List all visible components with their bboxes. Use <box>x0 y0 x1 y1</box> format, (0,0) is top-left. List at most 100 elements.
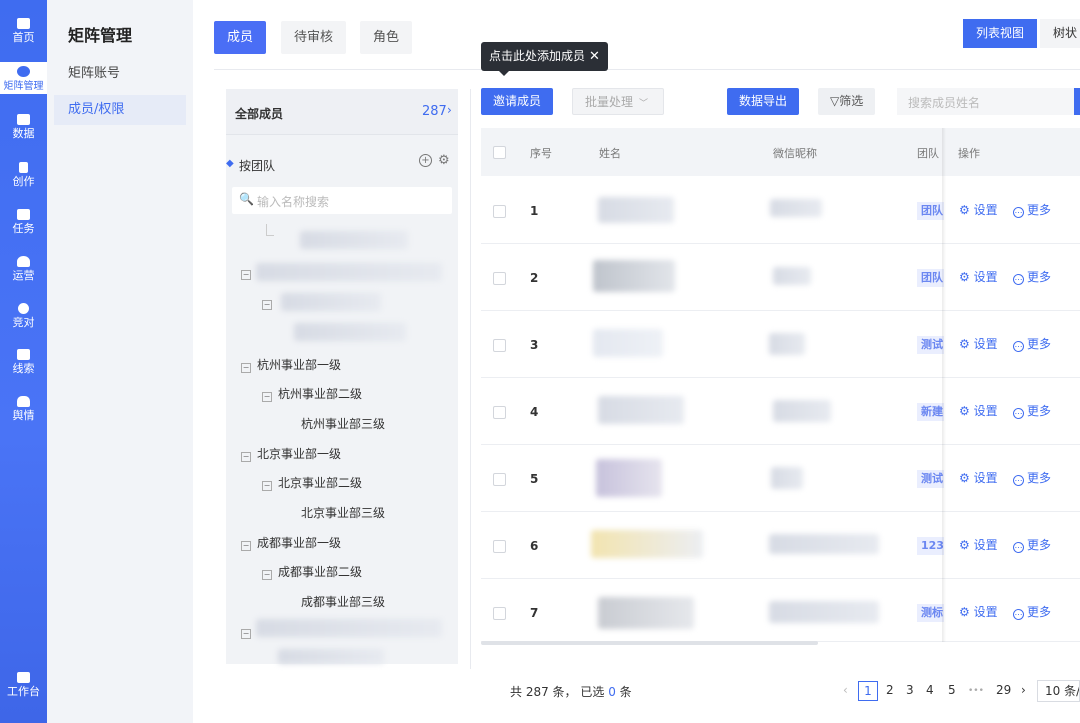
row-checkbox[interactable] <box>493 406 506 419</box>
blurred-wechat <box>769 601 879 623</box>
gear-icon[interactable]: ⚙ <box>438 153 450 168</box>
blurred-name <box>598 597 694 629</box>
page-2[interactable]: 2 <box>886 683 894 697</box>
diamond-icon: ◆ <box>226 158 234 169</box>
more-icon: ⋯ <box>1013 609 1024 620</box>
more-action[interactable]: ⋯ 更多 <box>1013 469 1051 486</box>
rail-item-create[interactable]: 创作 <box>0 162 47 188</box>
gear-icon: ⚙ <box>959 538 970 552</box>
opinion-icon <box>17 396 30 407</box>
close-icon[interactable]: ✕ <box>589 49 600 64</box>
blurred-node <box>256 263 442 281</box>
row-checkbox[interactable] <box>493 540 506 553</box>
more-action[interactable]: ⋯ 更多 <box>1013 268 1051 285</box>
batch-process-select[interactable]: 批量处理 ﹀ <box>572 88 664 115</box>
tab-roles[interactable]: 角色 <box>360 21 413 54</box>
search-button[interactable] <box>1074 88 1080 115</box>
member-search-input[interactable]: 搜索成员姓名 <box>897 88 1074 115</box>
table-row: 5 测试 ⚙ 设置 ⋯ 更多 <box>481 445 1080 512</box>
tree-node-collapse[interactable]: − <box>241 624 257 639</box>
row-checkbox[interactable] <box>493 607 506 620</box>
tree-node-collapse[interactable]: − <box>241 265 257 280</box>
tree-node-hangzhou-3[interactable]: 杭州事业部三级 <box>301 415 385 432</box>
rail-item-operation[interactable]: 运营 <box>0 256 47 282</box>
tree-node-collapse[interactable]: − <box>262 295 278 310</box>
page-4[interactable]: 4 <box>926 683 934 697</box>
subnav-item-members[interactable]: 成员/权限 <box>54 95 186 125</box>
list-view-button[interactable]: 列表视图 <box>963 19 1038 48</box>
row-checkbox[interactable] <box>493 473 506 486</box>
add-team-icon[interactable]: + <box>419 154 432 167</box>
prev-page-icon[interactable]: ‹ <box>843 683 848 697</box>
tree-node-chengdu-3[interactable]: 成都事业部三级 <box>301 593 385 610</box>
add-member-tooltip: 点击此处添加成员 ✕ <box>481 42 608 76</box>
settings-action[interactable]: ⚙ 设置 <box>959 603 998 620</box>
rail-item-matrix[interactable]: 矩阵管理 <box>0 62 47 94</box>
page-1[interactable]: 1 <box>858 681 878 701</box>
tab-pending[interactable]: 待审核 <box>281 21 347 54</box>
blurred-wechat <box>773 400 831 422</box>
select-all-checkbox[interactable] <box>493 146 506 159</box>
rail-item-workbench[interactable]: 工作台 <box>0 672 47 698</box>
rail-item-opinion[interactable]: 舆情 <box>0 396 47 422</box>
row-checkbox[interactable] <box>493 272 506 285</box>
tab-members[interactable]: 成员 <box>214 21 267 54</box>
tree-node-chengdu-2[interactable]: − 成都事业部二级 <box>262 563 362 580</box>
rail-item-task[interactable]: 任务 <box>0 209 47 235</box>
all-members-count: 287 <box>422 104 447 119</box>
rail-item-leads[interactable]: 线索 <box>0 349 47 375</box>
tree-view-button[interactable]: 树状视 <box>1040 19 1080 48</box>
page-ellipsis[interactable]: ••• <box>968 686 984 696</box>
settings-action[interactable]: ⚙ 设置 <box>959 402 998 419</box>
more-action[interactable]: ⋯ 更多 <box>1013 335 1051 352</box>
blurred-name <box>593 329 663 357</box>
gear-icon: ⚙ <box>959 270 970 284</box>
filter-button[interactable]: ▽筛选 <box>818 88 876 115</box>
col-wechat: 微信昵称 <box>773 147 817 160</box>
page-29[interactable]: 29 <box>996 683 1011 697</box>
page-5[interactable]: 5 <box>948 683 956 697</box>
task-icon <box>17 209 30 220</box>
rail-item-home[interactable]: 首页 <box>0 18 47 44</box>
col-name: 姓名 <box>599 147 621 160</box>
horizontal-scrollbar[interactable] <box>481 641 818 645</box>
settings-action[interactable]: ⚙ 设置 <box>959 201 998 218</box>
tree-search-input[interactable]: 🔍 输入名称搜索 <box>232 187 452 214</box>
row-checkbox[interactable] <box>493 339 506 352</box>
more-action[interactable]: ⋯ 更多 <box>1013 536 1051 553</box>
tree-node-hangzhou-1[interactable]: − 杭州事业部一级 <box>241 356 341 373</box>
tree-node-beijing-1[interactable]: − 北京事业部一级 <box>241 445 341 462</box>
blurred-name <box>591 530 703 558</box>
all-members-row[interactable]: 全部成员 287 › <box>226 89 458 135</box>
page-3[interactable]: 3 <box>906 683 914 697</box>
sub-navigation: 矩阵管理 矩阵账号 成员/权限 <box>47 0 193 723</box>
settings-action[interactable]: ⚙ 设置 <box>959 335 998 352</box>
blurred-wechat <box>769 333 805 355</box>
table-row: 4 新建 ⚙ 设置 ⋯ 更多 <box>481 378 1080 445</box>
left-rail: 首页 矩阵管理 数据 创作 任务 运营 竞对 线索 舆情 工作台 <box>0 0 47 723</box>
more-action[interactable]: ⋯ 更多 <box>1013 402 1051 419</box>
settings-action[interactable]: ⚙ 设置 <box>959 536 998 553</box>
more-action[interactable]: ⋯ 更多 <box>1013 603 1051 620</box>
subnav-item-matrix-accounts[interactable]: 矩阵账号 <box>68 62 120 81</box>
selection-summary: 共 287 条， 已选 0 条 <box>510 685 632 699</box>
divider <box>214 69 1080 70</box>
all-members-label: 全部成员 <box>235 107 284 121</box>
invite-member-button[interactable]: 邀请成员 <box>481 88 554 115</box>
more-action[interactable]: ⋯ 更多 <box>1013 201 1051 218</box>
table-row: 2 团队 ⚙ 设置 ⋯ 更多 <box>481 244 1080 311</box>
next-page-icon[interactable]: › <box>1021 683 1026 697</box>
export-data-button[interactable]: 数据导出 <box>727 88 800 115</box>
tree-node-beijing-3[interactable]: 北京事业部三级 <box>301 504 385 521</box>
table-header: 序号 姓名 微信昵称 团队 操作 <box>481 128 1080 176</box>
settings-action[interactable]: ⚙ 设置 <box>959 268 998 285</box>
rail-item-data[interactable]: 数据 <box>0 114 47 140</box>
page-size-select[interactable]: 10 条/ <box>1037 680 1080 702</box>
settings-action[interactable]: ⚙ 设置 <box>959 469 998 486</box>
row-checkbox[interactable] <box>493 205 506 218</box>
rail-item-compete[interactable]: 竞对 <box>0 303 47 329</box>
tree-node-chengdu-1[interactable]: − 成都事业部一级 <box>241 534 341 551</box>
tree-node-hangzhou-2[interactable]: − 杭州事业部二级 <box>262 385 362 402</box>
tree-node-beijing-2[interactable]: − 北京事业部二级 <box>262 474 362 491</box>
more-icon: ⋯ <box>1013 207 1024 218</box>
